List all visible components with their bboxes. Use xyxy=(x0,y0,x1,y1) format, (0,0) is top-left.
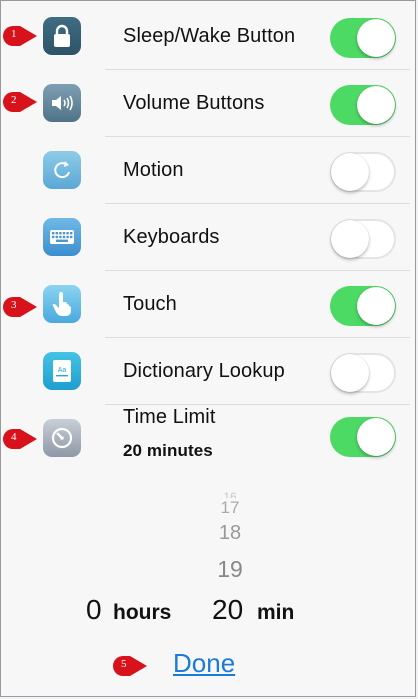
picker-value: 17 xyxy=(220,498,240,517)
time-limit-label: Time Limit xyxy=(123,406,216,428)
step-marker-number: 2 xyxy=(11,94,17,106)
toggle-knob xyxy=(357,19,395,57)
hours-unit: hours xyxy=(113,601,172,624)
keyboard-icon xyxy=(43,218,81,256)
minutes-value: 20 xyxy=(212,594,244,625)
step-marker-4: 4 xyxy=(2,428,38,450)
toggle-knob xyxy=(357,86,395,124)
step-marker-number: 4 xyxy=(11,431,17,443)
duration-selector[interactable]: 0 hours 20 min xyxy=(0,594,418,630)
row-keyboards: Keyboards xyxy=(0,204,418,271)
row-motion: Motion xyxy=(0,137,418,204)
picker-value: 19 xyxy=(217,556,243,582)
toggle-knob xyxy=(357,287,395,325)
toggle-knob xyxy=(331,153,369,191)
rotate-icon xyxy=(43,151,81,189)
dictionary-icon: Aa xyxy=(43,352,81,390)
row-label: Volume Buttons xyxy=(123,92,265,114)
toggle-knob xyxy=(331,220,369,258)
hours-value: 0 xyxy=(86,594,102,625)
dictionary-lookup-toggle[interactable] xyxy=(330,353,396,393)
step-marker-1: 1 xyxy=(2,25,38,47)
row-volume-buttons: Volume Buttons xyxy=(0,70,418,137)
row-label: Motion xyxy=(123,159,184,181)
toggle-knob xyxy=(331,354,369,392)
time-limit-toggle[interactable] xyxy=(330,417,396,457)
step-marker-number: 5 xyxy=(121,658,127,670)
row-label: Touch xyxy=(123,293,177,315)
step-marker-number: 1 xyxy=(11,28,17,40)
speaker-icon xyxy=(43,84,81,122)
minute-picker-wheel[interactable]: 16 17 18 19 xyxy=(0,490,418,590)
time-limit-value: 20 minutes xyxy=(123,441,213,460)
timer-icon xyxy=(43,419,81,457)
row-sleep-wake: Sleep/Wake Button xyxy=(0,3,418,70)
row-label: Keyboards xyxy=(123,226,220,248)
row-label: Dictionary Lookup xyxy=(123,360,285,382)
step-marker-number: 3 xyxy=(11,299,17,311)
keyboards-toggle[interactable] xyxy=(330,219,396,259)
toggle-knob xyxy=(357,418,395,456)
row-time-limit: Time Limit 20 minutes xyxy=(0,405,418,475)
step-marker-5: 5 xyxy=(112,655,148,677)
done-button[interactable]: Done xyxy=(173,648,235,679)
row-dictionary-lookup: Aa Dictionary Lookup xyxy=(0,338,418,405)
minutes-unit: min xyxy=(257,601,295,624)
picker-value: 16 xyxy=(223,490,237,498)
touch-toggle[interactable] xyxy=(330,286,396,326)
svg-text:Aa: Aa xyxy=(58,367,67,374)
volume-buttons-toggle[interactable] xyxy=(330,85,396,125)
row-label: Sleep/Wake Button xyxy=(123,25,296,47)
step-marker-3: 3 xyxy=(2,296,38,318)
picker-value: 18 xyxy=(218,522,242,544)
row-touch: Touch xyxy=(0,271,418,338)
sleep-wake-toggle[interactable] xyxy=(330,18,396,58)
step-marker-2: 2 xyxy=(2,91,38,113)
hand-icon xyxy=(43,285,81,323)
lock-icon xyxy=(43,17,81,55)
motion-toggle[interactable] xyxy=(330,152,396,192)
